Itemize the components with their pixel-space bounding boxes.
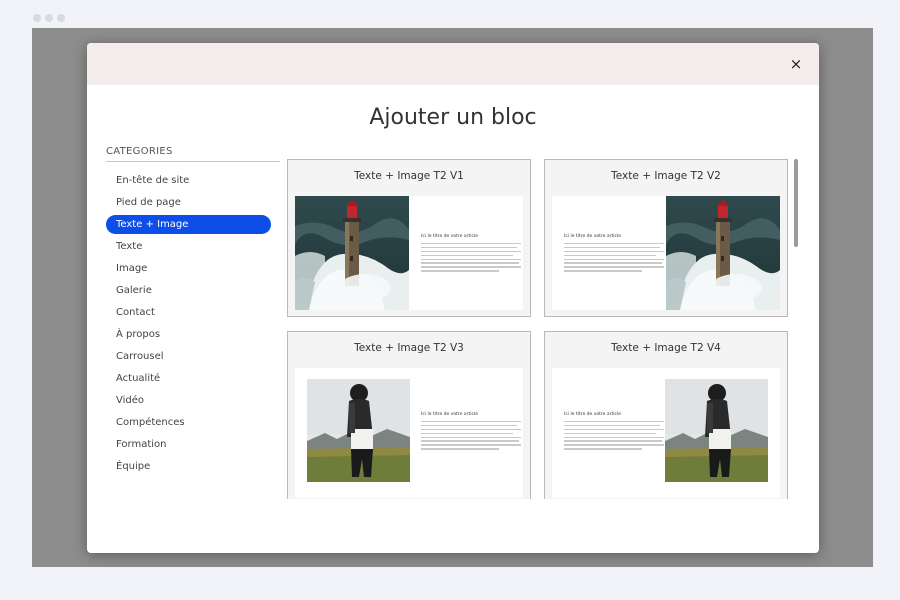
placeholder-text-line — [421, 428, 521, 431]
categories-panel: CATEGORIES En-tête de site Pied de page Te… — [106, 146, 280, 479]
placeholder-text-line — [564, 262, 662, 264]
lighthouse-image — [666, 196, 780, 310]
categories-title: CATEGORIES — [106, 146, 280, 162]
person-walking-image — [307, 379, 410, 482]
placeholder-text-line — [421, 254, 513, 256]
placeholder-text-line — [564, 440, 662, 442]
close-icon[interactable]: × — [787, 55, 805, 73]
category-item[interactable]: À propos — [106, 325, 271, 344]
preview-heading: Ici le titre de votre article — [564, 412, 621, 417]
block-card[interactable]: Texte + Image T2 V2 Ici le titre de votr… — [544, 159, 788, 317]
category-item[interactable]: Équipe — [106, 457, 271, 476]
category-item[interactable]: Image — [106, 259, 271, 278]
category-item[interactable]: Galerie — [106, 281, 271, 300]
placeholder-text-line — [564, 421, 664, 423]
block-card-title: Texte + Image T2 V4 — [611, 342, 721, 354]
preview-text: Ici le titre de votre article — [564, 412, 664, 452]
category-item[interactable]: Actualité — [106, 369, 271, 388]
placeholder-text-line — [564, 254, 656, 256]
block-card[interactable]: Texte + Image T2 V3 Ici le titre de votr… — [287, 331, 531, 499]
category-list: En-tête de site Pied de page Texte + Image… — [106, 171, 280, 476]
placeholder-text-line — [564, 448, 642, 450]
category-item[interactable]: Contact — [106, 303, 271, 322]
category-item[interactable]: Texte — [106, 237, 271, 256]
placeholder-text-line — [421, 436, 521, 438]
block-preview: Ici le titre de votre article — [552, 368, 780, 498]
placeholder-text-line — [564, 444, 664, 446]
block-card[interactable]: Texte + Image T2 V4 Ici le titre de votr… — [544, 331, 788, 499]
modal-header: × — [87, 43, 819, 85]
placeholder-text-line — [421, 270, 499, 272]
category-item[interactable]: Vidéo — [106, 391, 271, 410]
block-preview: Ici le titre de votre article — [552, 196, 780, 310]
placeholder-text-line — [421, 258, 521, 260]
scrollbar-thumb[interactable] — [794, 159, 798, 247]
window-dot — [57, 14, 65, 22]
placeholder-text-line — [421, 448, 499, 450]
block-grid: Texte + Image T2 V1 Ici le titre de votr… — [287, 159, 792, 499]
placeholder-text-line — [421, 262, 519, 264]
preview-text: Ici le titre de votre article — [564, 234, 664, 274]
lighthouse-image — [295, 196, 409, 310]
category-item[interactable]: Compétences — [106, 413, 271, 432]
category-item[interactable]: Formation — [106, 435, 271, 454]
block-preview: Ici le titre de votre article — [295, 368, 523, 498]
placeholder-text-line — [421, 424, 517, 427]
placeholder-text-line — [564, 436, 664, 438]
category-item[interactable]: Carrousel — [106, 347, 271, 366]
placeholder-text-line — [564, 428, 664, 431]
category-item[interactable]: Pied de page — [106, 193, 271, 212]
window-dot — [45, 14, 53, 22]
block-card-title: Texte + Image T2 V1 — [354, 170, 464, 182]
placeholder-text-line — [421, 440, 519, 442]
placeholder-text-line — [421, 243, 521, 245]
placeholder-text-line — [564, 424, 660, 427]
window-controls — [33, 14, 65, 22]
preview-text: Ici le titre de votre article — [421, 412, 521, 452]
placeholder-text-line — [421, 266, 521, 268]
block-card[interactable]: Texte + Image T2 V1 Ici le titre de votr… — [287, 159, 531, 317]
preview-heading: Ici le titre de votre article — [421, 412, 478, 417]
window-dot — [33, 14, 41, 22]
placeholder-text-line — [421, 421, 521, 423]
block-preview: Ici le titre de votre article — [295, 196, 523, 310]
placeholder-text-line — [564, 266, 664, 268]
preview-text: Ici le titre de votre article — [421, 234, 521, 274]
block-card-title: Texte + Image T2 V2 — [611, 170, 721, 182]
add-block-modal: × Ajouter un bloc CATEGORIES En-tête de … — [87, 43, 819, 553]
placeholder-text-line — [564, 250, 664, 253]
modal-title: Ajouter un bloc — [369, 105, 537, 130]
overlay-backdrop: × Ajouter un bloc CATEGORIES En-tête de … — [32, 28, 873, 567]
placeholder-text-line — [564, 258, 664, 260]
preview-heading: Ici le titre de votre article — [564, 234, 621, 239]
person-walking-image — [665, 379, 768, 482]
block-card-title: Texte + Image T2 V3 — [354, 342, 464, 354]
preview-heading: Ici le titre de votre article — [421, 234, 478, 239]
placeholder-text-line — [421, 250, 521, 253]
placeholder-text-line — [421, 246, 517, 249]
placeholder-text-line — [421, 432, 513, 434]
category-item[interactable]: En-tête de site — [106, 171, 271, 190]
placeholder-text-line — [421, 444, 521, 446]
placeholder-text-line — [564, 432, 656, 434]
placeholder-text-line — [564, 246, 660, 249]
category-item[interactable]: Texte + Image — [106, 215, 271, 234]
placeholder-text-line — [564, 270, 642, 272]
placeholder-text-line — [564, 243, 664, 245]
